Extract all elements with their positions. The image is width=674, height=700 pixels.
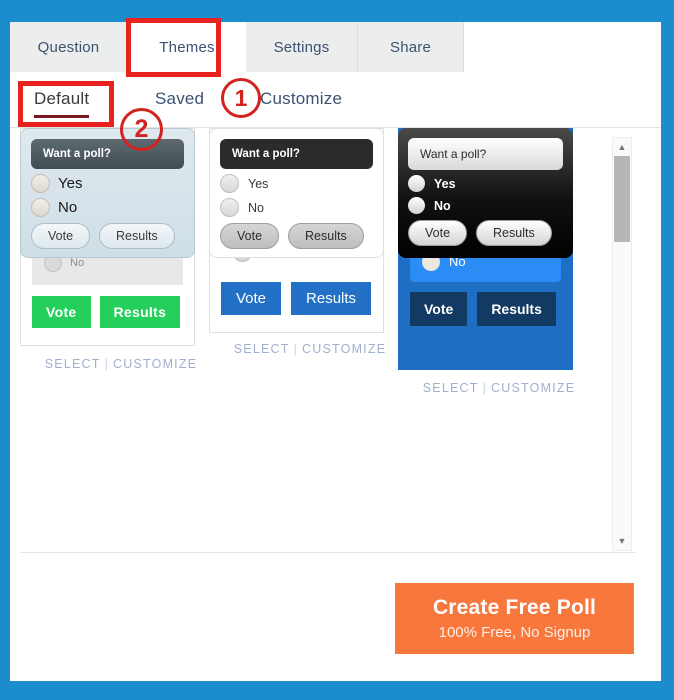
cta-title: Create Free Poll	[432, 596, 597, 619]
poll-option-yes[interactable]: Yes	[220, 174, 373, 193]
results-button[interactable]: Results	[99, 296, 181, 328]
select-link[interactable]: SELECT	[423, 381, 479, 395]
tab-share-label: Share	[389, 38, 432, 56]
annotation-marker-1: 1	[221, 78, 261, 118]
poll-option-yes-label: Yes	[58, 175, 83, 192]
vote-button[interactable]: Vote	[410, 292, 468, 326]
poll-option-yes[interactable]: Yes	[31, 174, 184, 193]
subtab-saved-label: Saved	[155, 89, 205, 108]
poll-button-row: Vote Results	[31, 223, 184, 249]
poll-button-row: Vote Results	[220, 223, 373, 249]
customize-link[interactable]: CUSTOMIZE	[113, 357, 197, 371]
theme-actions-1: SELECT | CUSTOMIZE	[20, 357, 222, 371]
vote-button[interactable]: Vote	[221, 282, 282, 315]
poll-option-no[interactable]: No	[31, 198, 184, 217]
radio-icon	[408, 197, 425, 214]
theme-cell-6: Want a poll? Yes No Vote Results	[398, 128, 600, 258]
create-free-poll-button[interactable]: Create Free Poll 100% Free, No Signup	[395, 583, 634, 654]
vote-button[interactable]: Vote	[408, 220, 468, 246]
poll-option-yes-label: Yes	[248, 176, 269, 191]
poll-button-row: Vote Results	[221, 282, 372, 315]
scroll-up-arrow-icon[interactable]: ▲	[613, 139, 631, 155]
poll-question: Want a poll?	[220, 139, 373, 169]
theme-actions-2: SELECT | CUSTOMIZE	[209, 342, 411, 356]
theme-grid-scrollbar[interactable]: ▲ ▼	[612, 137, 632, 551]
results-button[interactable]: Results	[288, 223, 364, 249]
vote-button[interactable]: Vote	[220, 223, 280, 249]
theme-preview-black-glossy[interactable]: Want a poll? Yes No Vote Results	[398, 128, 573, 258]
annotation-marker-2: 2	[120, 108, 163, 151]
theme-cell-5: Want a poll? Yes No Vote Results	[209, 128, 411, 258]
poll-button-row: Vote Results	[410, 292, 561, 326]
results-button[interactable]: Results	[99, 223, 175, 249]
scrollbar-thumb[interactable]	[614, 156, 630, 242]
cta-subtitle: 100% Free, No Signup	[438, 624, 591, 641]
radio-icon	[220, 174, 239, 193]
customize-link[interactable]: CUSTOMIZE	[491, 381, 575, 395]
results-button[interactable]: Results	[477, 292, 556, 326]
poll-button-row: Vote Results	[32, 296, 183, 328]
poll-option-no-label: No	[248, 200, 264, 215]
tab-question-label: Question	[37, 38, 100, 56]
tab-settings[interactable]: Settings	[246, 22, 358, 72]
radio-icon	[220, 198, 239, 217]
vote-button[interactable]: Vote	[32, 296, 91, 328]
radio-icon	[31, 198, 50, 217]
tab-question[interactable]: Question	[10, 22, 128, 72]
poll-option-no-label: No	[58, 199, 78, 216]
select-link[interactable]: SELECT	[45, 357, 101, 371]
radio-icon	[408, 175, 425, 192]
poll-button-row: Vote Results	[408, 220, 563, 246]
poll-option-no-label: No	[70, 257, 85, 269]
poll-question: Want a poll?	[31, 139, 184, 169]
results-button[interactable]: Results	[291, 282, 372, 315]
scroll-down-arrow-icon[interactable]: ▼	[613, 533, 631, 549]
theme-preview-light-steel[interactable]: Want a poll? Yes No Vote Results	[20, 128, 195, 258]
radio-icon	[31, 174, 50, 193]
subtab-customize-label: Customize	[260, 89, 343, 108]
customize-link[interactable]: CUSTOMIZE	[302, 342, 386, 356]
select-link[interactable]: SELECT	[234, 342, 290, 356]
poll-option-no[interactable]: No	[220, 198, 373, 217]
theme-cell-4: Want a poll? Yes No Vote Results	[20, 128, 222, 258]
annotation-box-default-subtab	[18, 81, 114, 127]
main-tab-strip: Question Themes Settings Share	[10, 22, 464, 73]
tab-settings-label: Settings	[273, 38, 330, 56]
poll-option-yes[interactable]: Yes	[408, 175, 563, 192]
subtab-customize[interactable]: Customize	[260, 72, 342, 126]
poll-option-yes-label: Yes	[434, 176, 456, 191]
theme-grid-scroll-container[interactable]: Want a poll? Yes No Vote Results	[20, 128, 636, 553]
subtab-saved[interactable]: Saved	[155, 72, 204, 126]
results-button[interactable]: Results	[476, 220, 552, 246]
poll-option-no[interactable]: No	[408, 197, 563, 214]
theme-actions-3: SELECT | CUSTOMIZE	[398, 381, 600, 395]
annotation-box-themes-tab	[126, 18, 221, 77]
caption-separator: |	[482, 381, 488, 395]
vote-button[interactable]: Vote	[31, 223, 91, 249]
poll-option-no-label: No	[434, 198, 451, 213]
caption-separator: |	[104, 357, 110, 371]
caption-separator: |	[293, 342, 299, 356]
theme-preview-white-grey[interactable]: Want a poll? Yes No Vote Results	[209, 128, 384, 258]
tab-share[interactable]: Share	[358, 22, 464, 72]
poll-question: Want a poll?	[408, 138, 563, 170]
screenshot-root: Question Themes Settings Share Default S…	[0, 0, 674, 700]
